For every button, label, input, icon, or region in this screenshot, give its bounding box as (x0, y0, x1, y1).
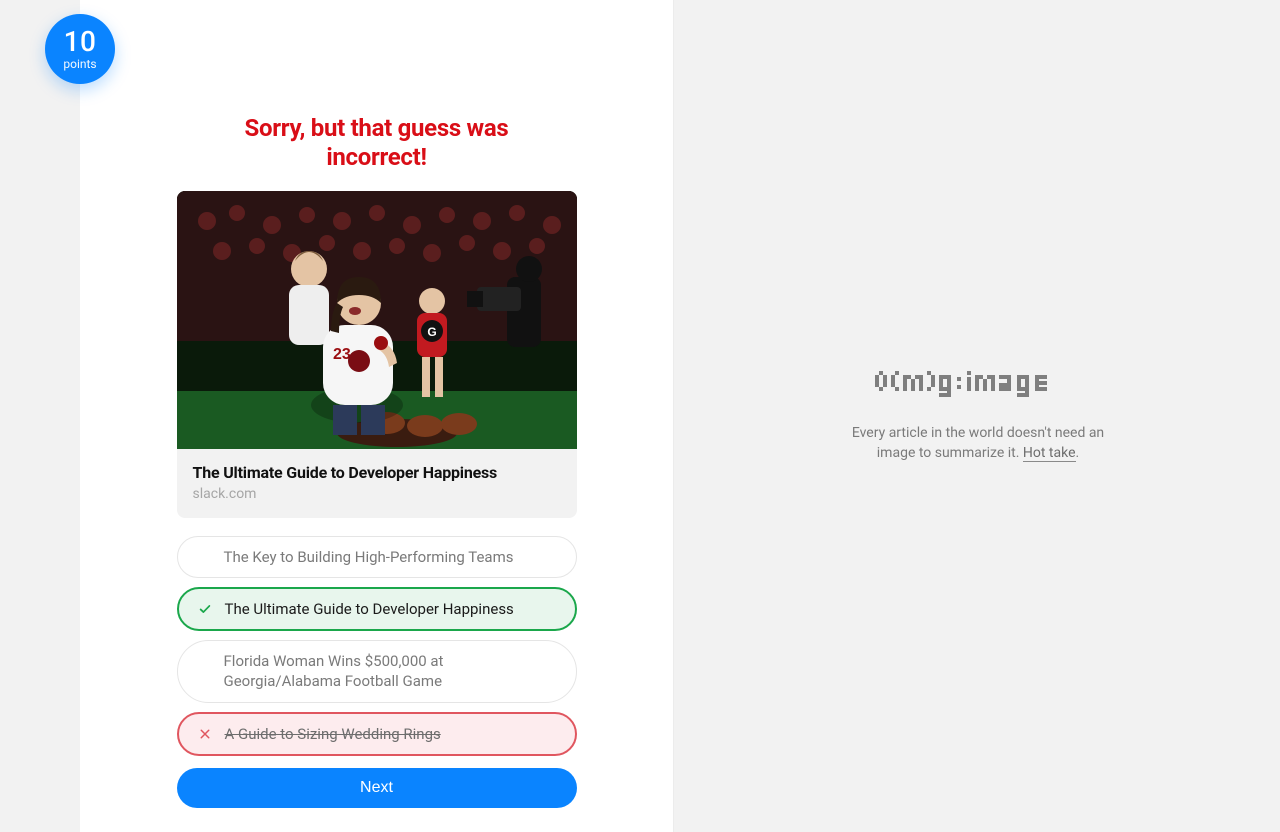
article-source: slack.com (193, 486, 561, 502)
result-heading: Sorry, but that guess was incorrect! (177, 0, 577, 173)
points-badge: 10 points (45, 14, 115, 84)
option-3-icon (196, 663, 212, 679)
option-4-text: A Guide to Sizing Wedding Rings (225, 725, 441, 743)
points-label: points (63, 58, 96, 70)
option-2-text: The Ultimate Guide to Developer Happines… (225, 600, 514, 618)
article-card: G (177, 191, 577, 518)
article-meta: The Ultimate Guide to Developer Happines… (177, 449, 577, 518)
tagline-part-b: . (1076, 445, 1080, 461)
option-3-text: Florida Woman Wins $500,000 at Georgia/A… (224, 652, 444, 690)
game-card: Sorry, but that guess was incorrect! (80, 0, 674, 832)
check-icon (197, 601, 213, 617)
option-1-text: The Key to Building High-Performing Team… (224, 548, 514, 566)
result-line-1: Sorry, but that guess was (177, 114, 577, 143)
svg-text:G: G (427, 325, 436, 339)
tagline: Every article in the world doesn't need … (848, 423, 1108, 464)
option-1-icon (196, 549, 212, 565)
left-panel: 10 points Sorry, but that guess was inco… (0, 0, 676, 832)
omg-image-logo: o(m)g:image (875, 369, 1081, 401)
option-2[interactable]: The Ultimate Guide to Developer Happines… (177, 587, 577, 631)
points-value: 10 (64, 28, 97, 56)
app-root: 10 points Sorry, but that guess was inco… (0, 0, 1280, 832)
option-3[interactable]: Florida Woman Wins $500,000 at Georgia/A… (177, 640, 577, 703)
x-icon (197, 726, 213, 742)
article-photo-svg: G (177, 191, 577, 449)
article-image: G (177, 191, 577, 449)
article-title: The Ultimate Guide to Developer Happines… (193, 463, 561, 482)
option-4[interactable]: A Guide to Sizing Wedding Rings (177, 712, 577, 756)
options-list: The Key to Building High-Performing Team… (177, 536, 577, 756)
hot-take-link[interactable]: Hot take (1023, 445, 1076, 462)
option-1[interactable]: The Key to Building High-Performing Team… (177, 536, 577, 578)
logo-svg (875, 369, 1081, 397)
result-line-2: incorrect! (177, 143, 577, 172)
next-button[interactable]: Next (177, 768, 577, 808)
right-panel: o(m)g:image Every article in the world d… (676, 0, 1280, 832)
